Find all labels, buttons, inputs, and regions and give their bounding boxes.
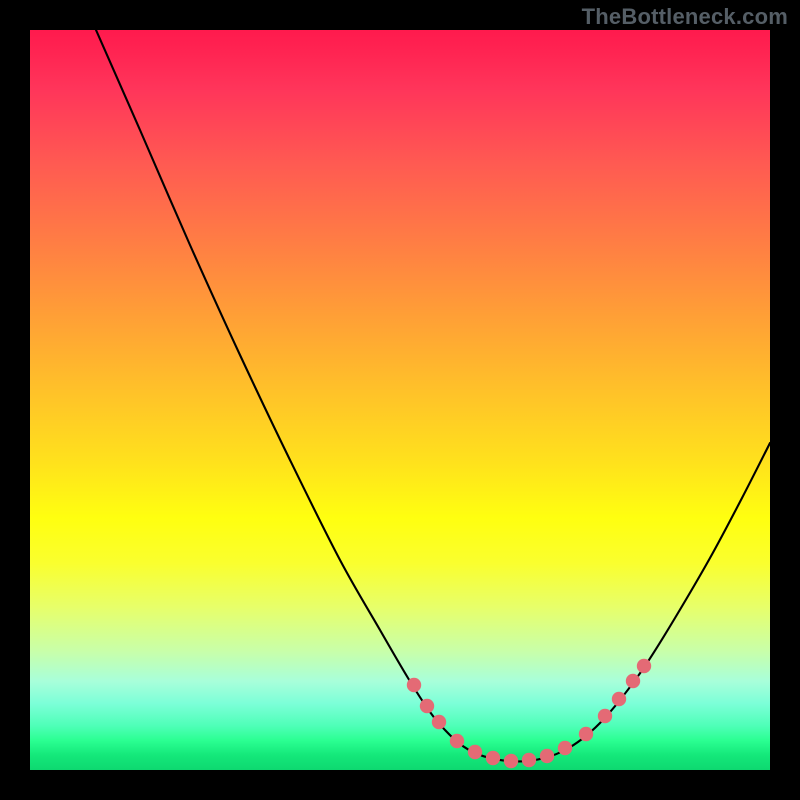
data-dot: [486, 751, 500, 765]
data-dot: [420, 699, 434, 713]
data-dot: [558, 741, 572, 755]
chart-svg: [30, 30, 770, 770]
data-dot: [540, 749, 554, 763]
data-dot: [468, 745, 482, 759]
data-dot: [450, 734, 464, 748]
data-dot: [598, 709, 612, 723]
data-dot: [504, 754, 518, 768]
data-dot: [626, 674, 640, 688]
data-dot: [432, 715, 446, 729]
data-dot: [579, 727, 593, 741]
data-dot: [612, 692, 626, 706]
data-dot: [407, 678, 421, 692]
data-dot: [522, 753, 536, 767]
chart-container: TheBottleneck.com: [0, 0, 800, 800]
plot-area: [30, 30, 770, 770]
data-dots-group: [407, 659, 651, 768]
data-dot: [637, 659, 651, 673]
bottleneck-curve: [96, 30, 770, 761]
watermark-text: TheBottleneck.com: [582, 4, 788, 30]
